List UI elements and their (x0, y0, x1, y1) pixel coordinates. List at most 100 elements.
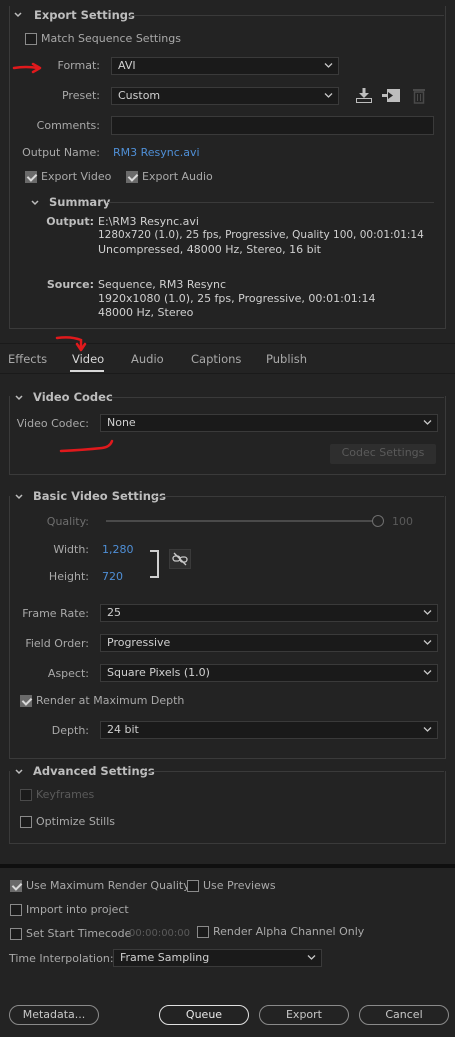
export-settings-divider (130, 15, 444, 16)
width-value[interactable]: 1,280 (102, 543, 134, 556)
collapse-basic-video-icon[interactable] (14, 492, 24, 502)
preset-label: Preset: (61, 89, 100, 102)
summary-source-label: Source: (46, 278, 94, 291)
frame-rate-value: 25 (107, 606, 121, 619)
video-codec-label: Video Codec: (16, 417, 89, 430)
chevron-down-icon (307, 954, 316, 961)
time-interpolation-dropdown[interactable]: Frame Sampling (113, 949, 322, 967)
comments-label: Comments: (36, 119, 100, 132)
height-value[interactable]: 720 (102, 570, 123, 583)
chevron-down-icon (423, 419, 432, 426)
video-tab-annotation-arrow-icon (55, 336, 87, 352)
import-into-project-checkbox[interactable] (10, 904, 22, 916)
depth-dropdown[interactable]: 24 bit (100, 721, 438, 739)
output-name-label: Output Name: (22, 146, 100, 159)
tab-effects[interactable]: Effects (8, 352, 47, 366)
height-label: Height: (48, 570, 89, 583)
field-order-dropdown[interactable]: Progressive (100, 634, 438, 652)
basic-video-title: Basic Video Settings (33, 489, 166, 503)
match-sequence-checkbox[interactable] (25, 33, 37, 45)
depth-label: Depth: (51, 724, 89, 737)
quality-slider-handle[interactable] (372, 515, 384, 527)
advanced-section (9, 771, 446, 844)
summary-source-line: 1920x1080 (1.0), 25 fps, Progressive, 00… (98, 292, 376, 305)
summary-output-label: Output: (46, 215, 94, 228)
summary-source-line: 48000 Hz, Stereo (98, 306, 194, 319)
chevron-down-icon (423, 726, 432, 733)
preset-dropdown[interactable]: Custom (111, 87, 339, 105)
render-alpha-checkbox[interactable] (197, 926, 209, 938)
max-render-quality-checkbox[interactable] (10, 880, 22, 892)
depth-value: 24 bit (107, 723, 139, 736)
field-order-label: Field Order: (25, 637, 89, 650)
import-preset-icon[interactable] (381, 87, 401, 104)
chevron-down-icon (423, 609, 432, 616)
keyframes-checkbox[interactable] (20, 789, 32, 801)
output-name-link[interactable]: RM3 Resync.avi (113, 146, 200, 159)
collapse-video-codec-icon[interactable] (14, 393, 24, 403)
render-max-depth-checkbox[interactable] (20, 695, 32, 707)
aspect-value: Square Pixels (1.0) (107, 666, 210, 679)
export-audio-label: Export Audio (142, 170, 213, 183)
import-into-project-label: Import into project (26, 903, 129, 916)
aspect-label: Aspect: (47, 667, 89, 680)
basic-video-divider (153, 496, 444, 497)
tab-publish[interactable]: Publish (266, 352, 307, 366)
cancel-button[interactable]: Cancel (359, 1005, 449, 1025)
time-interpolation-label: Time Interpolation: (9, 952, 114, 965)
quality-slider-track[interactable] (106, 520, 374, 522)
tab-video-underline (70, 370, 104, 372)
summary-output-line: 1280x720 (1.0), 25 fps, Progressive, Qua… (98, 229, 424, 241)
export-settings-panel: Export Settings Match Sequence Settings … (0, 0, 455, 340)
video-codec-value: None (107, 416, 136, 429)
tab-video[interactable]: Video (72, 352, 104, 366)
collapse-advanced-icon[interactable] (14, 767, 24, 777)
summary-source-line: Sequence, RM3 Resync (98, 278, 227, 291)
video-codec-divider (108, 397, 444, 398)
set-start-timecode-label: Set Start Timecode (26, 927, 132, 940)
export-button[interactable]: Export (259, 1005, 349, 1025)
export-settings-title: Export Settings (34, 8, 135, 22)
quality-value: 100 (392, 515, 413, 528)
field-order-value: Progressive (107, 636, 171, 649)
export-audio-checkbox[interactable] (126, 171, 138, 183)
tab-captions[interactable]: Captions (191, 352, 241, 366)
export-video-checkbox[interactable] (25, 171, 37, 183)
unlink-dimensions-icon[interactable] (169, 549, 191, 569)
format-dropdown[interactable]: AVI (111, 57, 339, 75)
use-previews-label: Use Previews (203, 879, 276, 892)
keyframes-label: Keyframes (36, 788, 95, 801)
optimize-stills-label: Optimize Stills (36, 815, 116, 828)
width-label: Width: (53, 543, 89, 556)
chevron-down-icon (423, 639, 432, 646)
optimize-stills-checkbox[interactable] (20, 816, 32, 828)
video-codec-dropdown[interactable]: None (100, 414, 438, 432)
chevron-down-icon (324, 92, 333, 99)
tab-audio[interactable]: Audio (131, 352, 164, 366)
frame-rate-label: Frame Rate: (22, 607, 89, 620)
advanced-divider (145, 771, 444, 772)
use-previews-checkbox[interactable] (187, 880, 199, 892)
video-codec-title: Video Codec (33, 390, 113, 404)
frame-rate-dropdown[interactable]: 25 (100, 604, 438, 622)
preset-value: Custom (118, 89, 161, 102)
queue-button[interactable]: Queue (159, 1005, 249, 1025)
metadata-button[interactable]: Metadata... (9, 1005, 99, 1025)
video-codec-annotation-underline-icon (59, 439, 114, 453)
match-sequence-label: Match Sequence Settings (41, 32, 181, 45)
render-alpha-label: Render Alpha Channel Only (213, 925, 365, 938)
export-video-label: Export Video (41, 170, 112, 183)
aspect-dropdown[interactable]: Square Pixels (1.0) (100, 664, 438, 682)
save-preset-icon[interactable] (355, 87, 373, 104)
start-timecode-value[interactable]: 00:00:00:00 (129, 928, 190, 939)
summary-divider (108, 202, 434, 203)
codec-settings-button[interactable]: Codec Settings (330, 444, 436, 464)
format-value: AVI (118, 59, 136, 72)
delete-preset-icon[interactable] (412, 87, 426, 104)
chevron-down-icon (423, 669, 432, 676)
collapse-summary-icon[interactable] (30, 198, 40, 208)
comments-input[interactable] (111, 116, 434, 135)
set-start-timecode-checkbox[interactable] (10, 928, 22, 940)
summary-output-line: E:\RM3 Resync.avi (98, 215, 199, 228)
collapse-export-settings-icon[interactable] (13, 10, 23, 20)
